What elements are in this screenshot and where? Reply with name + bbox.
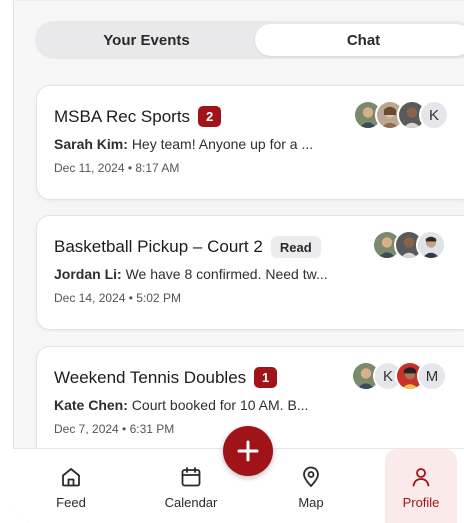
chat-card-basketball-pickup[interactable]: Basketball Pickup – Court 2 Read Jordan … <box>36 215 464 330</box>
read-badge: Read <box>270 236 321 258</box>
nav-label-profile: Profile <box>402 495 440 510</box>
avatar: M <box>417 361 447 391</box>
chat-message: Hey team! Anyone up for a ... <box>131 136 314 152</box>
nav-label-calendar: Calendar <box>164 495 218 510</box>
chat-message: Court booked for 10 AM. B... <box>131 397 309 413</box>
unread-count-badge: 1 <box>254 367 278 388</box>
home-icon <box>62 468 80 487</box>
unread-count-badge: 2 <box>198 106 222 127</box>
create-button[interactable] <box>223 426 273 476</box>
nav-profile[interactable]: Profile <box>385 449 457 523</box>
chat-preview: Sarah Kim: Hey team! Anyone up for a ... <box>54 136 344 152</box>
chat-title: MSBA Rec Sports <box>54 106 191 126</box>
nav-calendar[interactable]: Calendar <box>151 449 231 523</box>
nav-map[interactable]: Map <box>271 449 351 523</box>
participant-avatars: K <box>353 100 449 130</box>
avatar: K <box>419 100 449 130</box>
nav-feed[interactable]: Feed <box>31 449 111 523</box>
chat-timestamp: Dec 14, 2024 • 5:02 PM <box>54 291 181 305</box>
chat-sender: Jordan Li: <box>54 266 122 282</box>
map-pin-icon <box>303 466 319 488</box>
tab-chat[interactable]: Chat <box>255 24 464 56</box>
chat-message: We have 8 confirmed. Need tw... <box>125 266 328 282</box>
participant-avatars <box>372 230 446 260</box>
chat-preview: Jordan Li: We have 8 confirmed. Need tw.… <box>54 266 344 282</box>
chat-timestamp: Dec 7, 2024 • 6:31 PM <box>54 422 175 436</box>
chat-sender: Sarah Kim: <box>54 136 128 152</box>
chat-sender: Kate Chen: <box>54 397 128 413</box>
avatar <box>416 230 446 260</box>
user-icon <box>412 468 430 487</box>
chat-title: Basketball Pickup – Court 2 <box>54 237 263 256</box>
chat-card-msba-rec-sports[interactable]: MSBA Rec Sports 2 Sarah Kim: Hey team! A… <box>36 85 464 200</box>
plus-icon <box>237 440 259 462</box>
nav-label-feed: Feed <box>56 495 86 510</box>
chat-title: Weekend Tennis Doubles <box>54 367 247 387</box>
segmented-tabs: Your Events Chat <box>35 21 464 59</box>
nav-label-map: Map <box>298 495 324 510</box>
tab-your-events[interactable]: Your Events <box>38 24 255 56</box>
calendar-icon <box>181 467 201 487</box>
participant-avatars: K M <box>351 361 447 391</box>
chat-preview: Kate Chen: Court booked for 10 AM. B... <box>54 397 344 413</box>
chat-timestamp: Dec 11, 2024 • 8:17 AM <box>54 161 180 175</box>
